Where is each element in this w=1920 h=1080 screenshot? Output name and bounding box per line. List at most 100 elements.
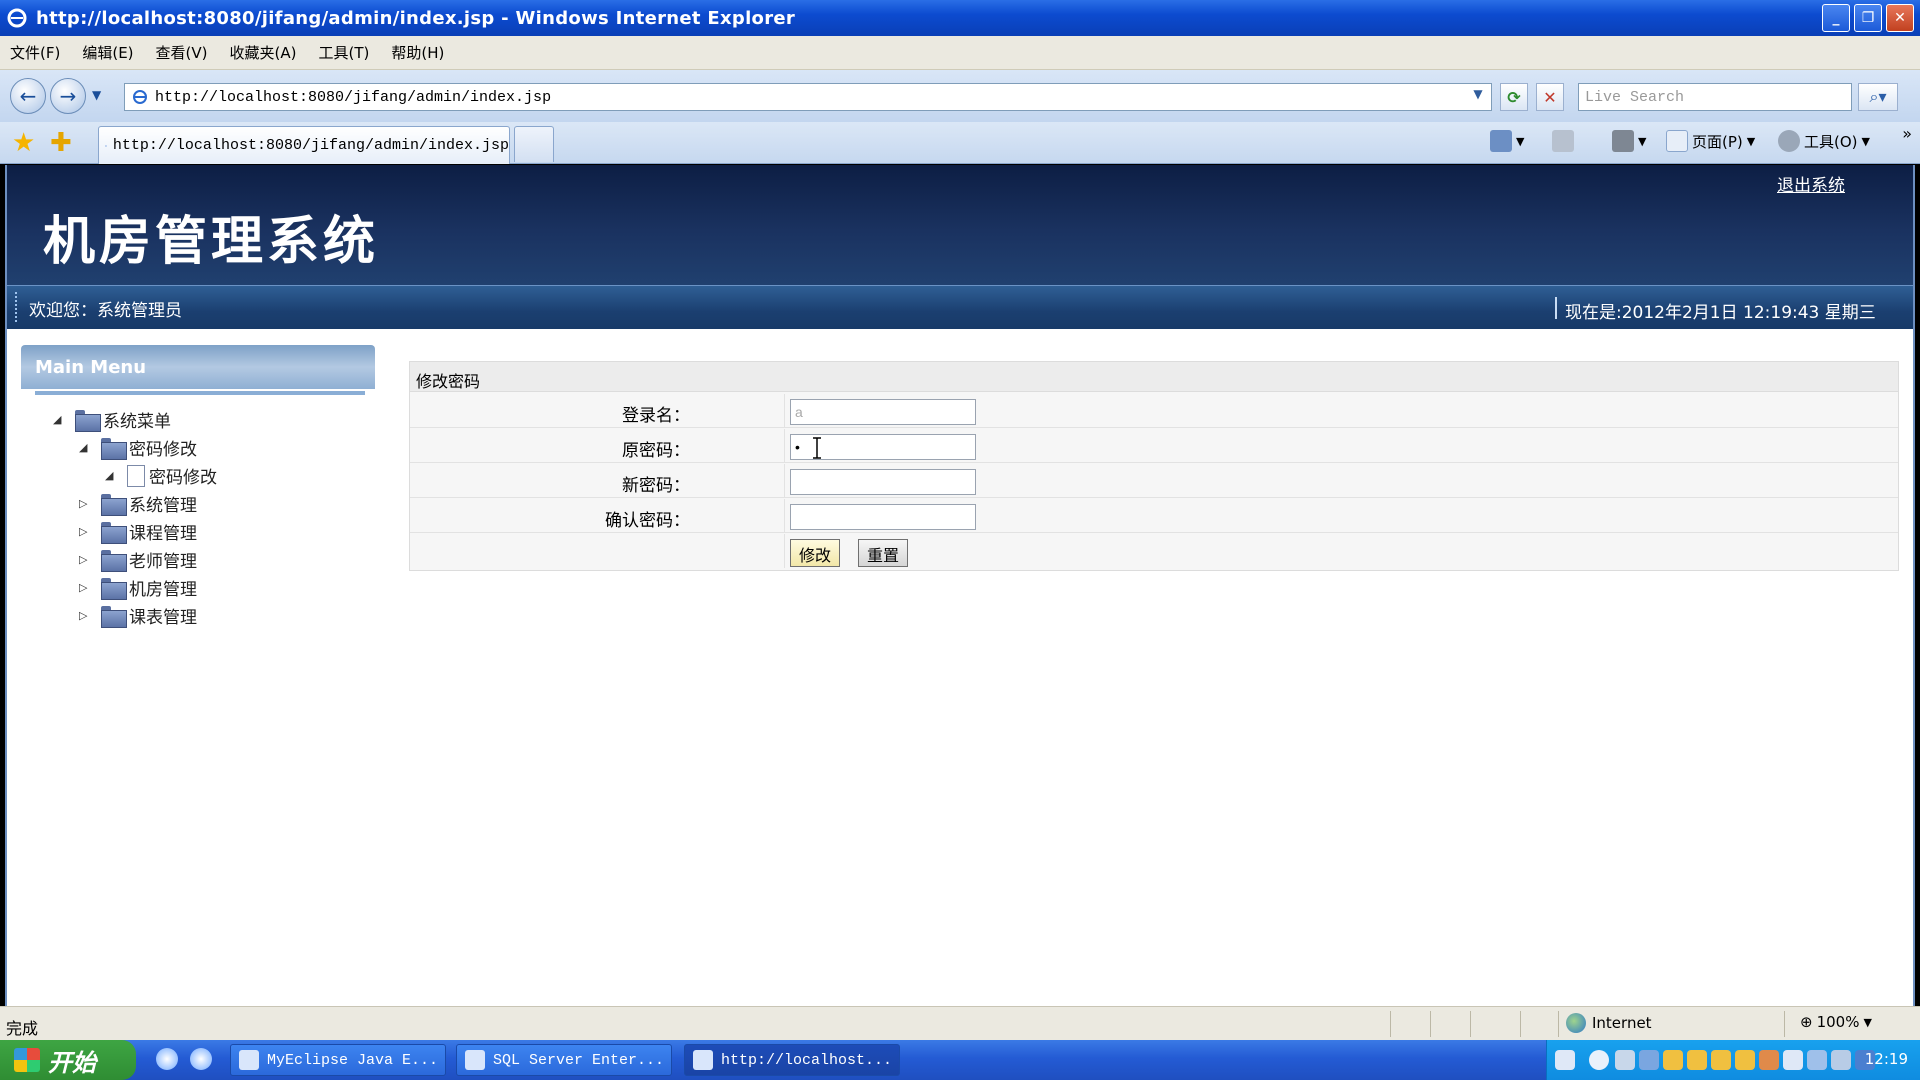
tree-node-teacher[interactable]: ▷ 老师管理 <box>79 547 197 572</box>
task-label: SQL Server Enter... <box>493 1051 665 1069</box>
tray-icon[interactable] <box>1807 1050 1827 1070</box>
quicklaunch-browser-icon[interactable] <box>190 1048 212 1070</box>
forward-button[interactable]: → <box>50 78 86 114</box>
page-menu-button[interactable]: 页面(P) ▼ <box>1666 130 1755 152</box>
browser-tab[interactable]: http://localhost:8080/jifang/admin/index… <box>98 126 510 164</box>
task-ie[interactable]: http://localhost... <box>684 1044 900 1076</box>
add-favorite-icon[interactable]: ✚ <box>50 128 72 158</box>
stop-button[interactable]: ✕ <box>1536 83 1564 111</box>
new-tab-button[interactable] <box>514 126 554 162</box>
collapse-triangle-icon: ◢ <box>105 468 114 482</box>
zoom-control[interactable]: ⊕ 100% ▼ <box>1800 1013 1872 1031</box>
close-button[interactable]: ✕ <box>1886 4 1914 32</box>
ie-logo-icon <box>7 8 27 28</box>
ie-icon <box>693 1050 713 1070</box>
back-arrow-icon: ← <box>19 84 37 108</box>
tree-node-label: 系统管理 <box>129 496 197 516</box>
panel-title: 修改密码 <box>410 362 1898 392</box>
datetime-text: 现在是:2012年2月1日 12:19:43 星期三 <box>1565 303 1876 323</box>
back-button[interactable]: ← <box>10 78 46 114</box>
tray-icon[interactable] <box>1639 1050 1659 1070</box>
new-password-field[interactable] <box>790 469 976 495</box>
taskbar: 开始 MyEclipse Java E... SQL Server Enter.… <box>0 1040 1920 1080</box>
menu-file[interactable]: 文件(F) <box>10 42 60 63</box>
confirm-password-field[interactable] <box>790 504 976 530</box>
keyboard-icon[interactable] <box>1555 1050 1575 1070</box>
volume-icon[interactable] <box>1831 1050 1851 1070</box>
task-myeclipse[interactable]: MyEclipse Java E... <box>230 1044 446 1076</box>
collapse-triangle-icon[interactable]: ◢ <box>53 413 65 426</box>
task-sqlserver[interactable]: SQL Server Enter... <box>456 1044 672 1076</box>
zone-text: Internet <box>1592 1014 1652 1032</box>
page-content: 机房管理系统 退出系统 欢迎您：系统管理员 现在是:2012年2月1日 12:1… <box>5 165 1915 1006</box>
network-icon[interactable] <box>1615 1050 1635 1070</box>
address-dropdown-icon[interactable]: ▼ <box>1469 87 1487 107</box>
menu-view[interactable]: 查看(V) <box>156 42 208 63</box>
expand-triangle-icon[interactable]: ▷ <box>79 609 91 622</box>
tray-icon[interactable] <box>1759 1050 1779 1070</box>
address-field[interactable]: http://localhost:8080/jifang/admin/index… <box>124 83 1492 111</box>
restore-button[interactable]: ❐ <box>1854 4 1882 32</box>
confirm-password-row: 确认密码： <box>410 499 1898 533</box>
login-field[interactable] <box>790 399 976 425</box>
gear-icon <box>1778 130 1800 152</box>
new-password-label: 新密码： <box>622 476 690 496</box>
qq-icon[interactable] <box>1663 1050 1683 1070</box>
print-icon <box>1612 130 1634 152</box>
tray-icon[interactable] <box>1783 1050 1803 1070</box>
search-input[interactable]: Live Search <box>1578 83 1852 111</box>
tools-menu-button[interactable]: 工具(O) ▼ <box>1778 130 1870 152</box>
chevron-right-icon[interactable]: » <box>1902 124 1912 143</box>
security-zone[interactable]: Internet <box>1566 1013 1652 1033</box>
main-menu-underline <box>35 391 365 395</box>
refresh-button[interactable]: ⟳ <box>1500 83 1528 111</box>
home-icon <box>1490 130 1512 152</box>
minimize-button[interactable]: _ <box>1822 4 1850 32</box>
menu-help[interactable]: 帮助(H) <box>391 42 444 63</box>
folder-icon <box>101 521 127 544</box>
start-label: 开始 <box>48 1048 96 1077</box>
search-placeholder: Live Search <box>1585 88 1685 106</box>
tree-node-schedule[interactable]: ▷ 课表管理 <box>79 603 197 628</box>
qq-icon[interactable] <box>1735 1050 1755 1070</box>
home-button[interactable]: ▼ <box>1490 130 1524 152</box>
tree-node-label: 课程管理 <box>129 524 197 544</box>
expand-triangle-icon[interactable]: ▷ <box>79 497 91 510</box>
collapse-triangle-icon[interactable]: ◢ <box>79 441 91 454</box>
tree-node-password[interactable]: ◢ 密码修改 <box>79 435 197 460</box>
history-dropdown-icon[interactable]: ▼ <box>92 88 101 102</box>
tree-leaf-password[interactable]: ◢ 密码修改 <box>105 463 217 488</box>
feeds-button[interactable] <box>1552 130 1574 152</box>
submit-button[interactable]: 修改 <box>790 539 841 567</box>
menu-favorites[interactable]: 收藏夹(A) <box>230 42 297 63</box>
window-title: http://localhost:8080/jifang/admin/index… <box>36 7 796 29</box>
logout-link[interactable]: 退出系统 <box>1777 171 1845 196</box>
expand-triangle-icon[interactable]: ▷ <box>79 525 91 538</box>
reset-button[interactable]: 重置 <box>858 539 909 567</box>
document-icon <box>127 464 145 487</box>
address-url: http://localhost:8080/jifang/admin/index… <box>155 88 552 106</box>
address-toolbar: ← → ▼ http://localhost:8080/jifang/admin… <box>0 70 1920 122</box>
print-button[interactable]: ▼ <box>1612 130 1646 152</box>
tray-chevron-icon[interactable] <box>1589 1050 1609 1070</box>
expand-triangle-icon[interactable]: ▷ <box>79 553 91 566</box>
start-button[interactable]: 开始 <box>0 1040 136 1080</box>
tools-menu-label: 工具(O) <box>1804 132 1858 151</box>
tree-node-system[interactable]: ▷ 系统管理 <box>79 491 197 516</box>
quicklaunch-ie-icon[interactable] <box>156 1048 178 1070</box>
zoom-text: 100% <box>1816 1013 1860 1031</box>
tree-root[interactable]: ◢ 系统菜单 <box>53 407 171 432</box>
expand-triangle-icon[interactable]: ▷ <box>79 581 91 594</box>
menu-tools[interactable]: 工具(T) <box>318 42 369 63</box>
divider <box>1555 297 1557 319</box>
search-button[interactable]: ⌕▾ <box>1858 83 1898 111</box>
rss-icon <box>1552 130 1574 152</box>
favorites-star-icon[interactable]: ★ <box>12 128 35 158</box>
tree-root-label: 系统菜单 <box>103 412 171 432</box>
tree-node-room[interactable]: ▷ 机房管理 <box>79 575 197 600</box>
qq-icon[interactable] <box>1687 1050 1707 1070</box>
tree-node-course[interactable]: ▷ 课程管理 <box>79 519 197 544</box>
folder-icon <box>75 409 101 432</box>
qq-icon[interactable] <box>1711 1050 1731 1070</box>
menu-edit[interactable]: 编辑(E) <box>82 42 133 63</box>
